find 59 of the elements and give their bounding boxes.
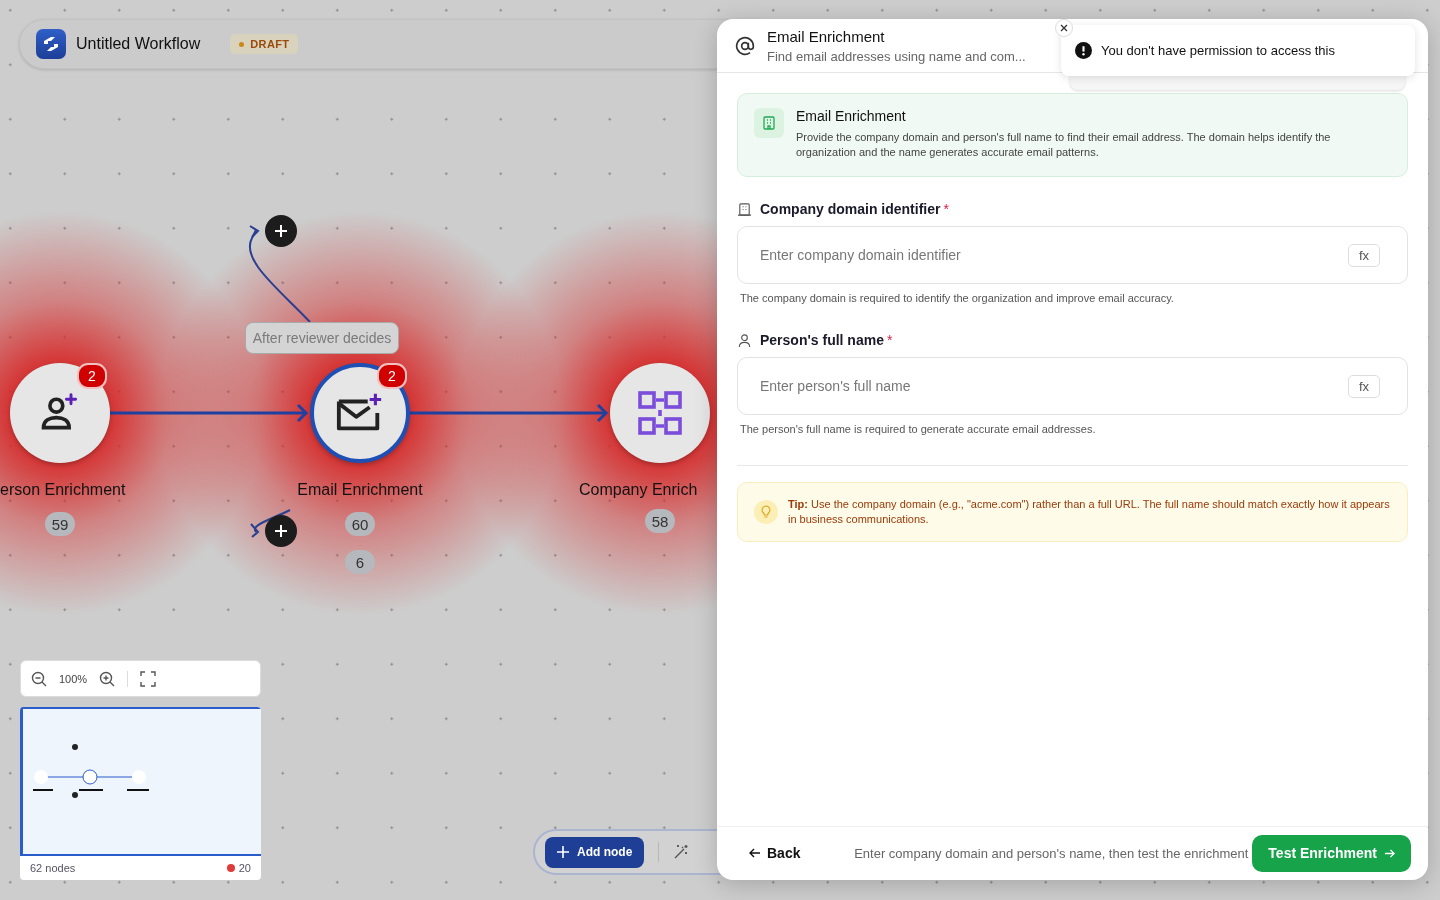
magic-wand-icon[interactable] [673, 844, 690, 860]
error-count: 20 [226, 862, 251, 874]
count-badge: 60 [345, 512, 375, 536]
error-badge: 2 [77, 363, 107, 389]
plus-icon [274, 224, 288, 238]
footer-hint: Enter company domain and person's name, then test the enrichment [853, 845, 1249, 861]
plus-icon [557, 846, 569, 858]
workflow-node[interactable] [10, 363, 110, 463]
connector [250, 509, 291, 538]
info-title: Email Enrichment [796, 108, 907, 124]
count-badge: 59 [45, 512, 75, 536]
building-icon [737, 201, 752, 217]
node-label: erson Enrichment [0, 481, 126, 499]
fullscreen-icon[interactable] [140, 670, 157, 687]
node-label: Company Enrich [579, 481, 698, 499]
input-field[interactable]: Enter company domain identifier fx [737, 226, 1408, 284]
minimap[interactable]: 62 nodes 20 [20, 707, 261, 880]
help-text: The person's full name is required to generate accurate email addresses. [740, 423, 1097, 435]
field-label: Company domain identifier [760, 201, 941, 217]
grid-icon [636, 389, 684, 437]
plus-icon [274, 524, 288, 538]
tip-text: Tip: Use the company domain (e.g., "acme.com") rather than a full URL. The full name should match exactly how it appears in business communications. [788, 497, 1391, 527]
arrow-right-icon [1384, 847, 1395, 859]
add-node-button[interactable]: Add node [545, 836, 645, 868]
field-label: Person's full name [760, 332, 884, 348]
app-logo [36, 29, 66, 59]
error-badge: 2 [377, 363, 407, 389]
zoom-out-icon[interactable] [31, 670, 47, 687]
required-mark: * [943, 201, 949, 217]
alert-icon [1075, 42, 1092, 59]
panel-subtitle: Find email addresses using name and com... [767, 48, 1026, 64]
zoom-level: 100% [59, 672, 88, 685]
building-icon [761, 115, 777, 131]
info-text: Provide the company domain and person's full name to find their email address. The domain helps identify the organization and the name generates accurate email patterns. [796, 130, 1332, 160]
formula-button[interactable]: fx [1347, 243, 1380, 267]
workflow-title: Untitled Workflow [76, 35, 201, 53]
count-badge: 58 [645, 509, 675, 533]
status-badge: DRAFT [230, 34, 299, 54]
back-button[interactable]: Back [737, 839, 813, 867]
required-mark: * [886, 332, 893, 348]
workflow-node[interactable] [310, 363, 410, 463]
arrow-left-icon [749, 847, 761, 859]
add-button[interactable] [265, 515, 297, 547]
node-count: 62 nodes [30, 862, 76, 874]
add-button[interactable] [265, 215, 297, 247]
user-icon [737, 332, 752, 348]
at-sign-icon [735, 35, 755, 56]
zoom-in-icon[interactable] [99, 670, 116, 687]
panel-title: Email Enrichment [767, 27, 886, 45]
node-label: Email Enrichment [297, 481, 423, 499]
count-badge: 6 [345, 550, 375, 574]
help-text: The company domain is required to identify the organization and improve email accuracy. [740, 292, 1175, 304]
close-icon [1060, 24, 1068, 32]
workflow-node[interactable] [610, 363, 710, 463]
formula-button[interactable]: fx [1347, 374, 1380, 398]
toast-message: You don't have permission to access this [1101, 43, 1335, 58]
lightbulb-icon [760, 505, 772, 519]
input-field[interactable]: Enter person's full name fx [737, 357, 1408, 415]
edge-label: After reviewer decides [245, 322, 399, 354]
